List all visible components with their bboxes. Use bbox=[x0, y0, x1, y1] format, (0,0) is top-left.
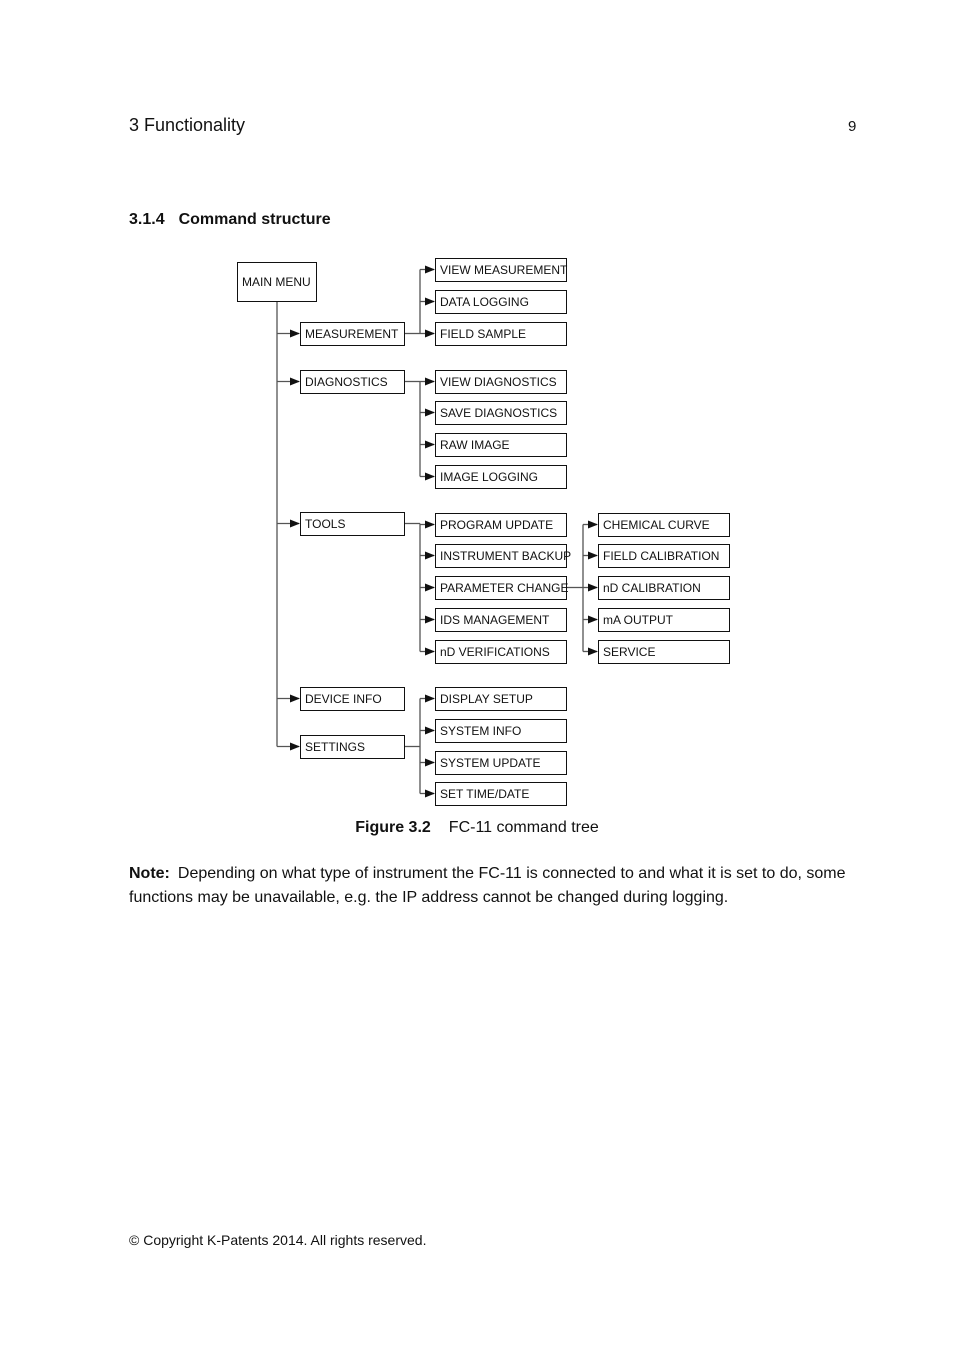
main-menu-box: MAIN MENU bbox=[237, 262, 317, 302]
submenu-box-parameter-change: PARAMETER CHANGE bbox=[435, 576, 568, 600]
submenu-box-ma-output: mA OUTPUT bbox=[598, 608, 730, 632]
submenu-box-service: SERVICE bbox=[598, 640, 730, 664]
submenu-box-view-diagnostics: VIEW DIAGNOSTICS bbox=[435, 370, 567, 394]
submenu-box-data-logging-label: DATA LOGGING bbox=[440, 295, 529, 309]
submenu-box-image-logging: IMAGE LOGGING bbox=[435, 465, 567, 489]
submenu-box-instrument-backup: INSTRUMENT BACKUP bbox=[435, 544, 571, 568]
submenu-box-field-sample: FIELD SAMPLE bbox=[435, 322, 567, 346]
submenu-box-system-info: SYSTEM INFO bbox=[435, 719, 567, 743]
menu-box-settings-label: SETTINGS bbox=[305, 740, 365, 754]
submenu-box-nd-calibration: nD CALIBRATION bbox=[598, 576, 730, 600]
menu-box-diagnostics-label: DIAGNOSTICS bbox=[305, 375, 388, 389]
menu-box-tools-label: TOOLS bbox=[305, 517, 345, 531]
note-text: Depending on what type of instrument the… bbox=[129, 865, 846, 906]
submenu-box-ids-management-label: IDS MANAGEMENT bbox=[440, 613, 550, 627]
note-label: Note: bbox=[129, 865, 170, 882]
submenu-box-chemical-curve-label: CHEMICAL CURVE bbox=[603, 518, 710, 532]
submenu-box-data-logging: DATA LOGGING bbox=[435, 290, 567, 314]
submenu-box-set-time-date: SET TIME/DATE bbox=[435, 782, 567, 806]
submenu-box-view-measurement-label: VIEW MEASUREMENT bbox=[440, 263, 568, 277]
figure-label: Figure 3.2 bbox=[355, 819, 431, 836]
submenu-box-ids-management: IDS MANAGEMENT bbox=[435, 608, 567, 632]
submenu-box-save-diagnostics: SAVE DIAGNOSTICS bbox=[435, 401, 567, 425]
submenu-box-nd-verifications-label: nD VERIFICATIONS bbox=[440, 645, 550, 659]
submenu-box-image-logging-label: IMAGE LOGGING bbox=[440, 470, 538, 484]
submenu-box-program-update-label: PROGRAM UPDATE bbox=[440, 518, 553, 532]
submenu-box-nd-calibration-label: nD CALIBRATION bbox=[603, 581, 701, 595]
submenu-box-system-info-label: SYSTEM INFO bbox=[440, 724, 521, 738]
submenu-box-chemical-curve: CHEMICAL CURVE bbox=[598, 513, 730, 537]
submenu-box-display-setup: DISPLAY SETUP bbox=[435, 687, 567, 711]
submenu-box-parameter-change-label: PARAMETER CHANGE bbox=[440, 581, 568, 595]
submenu-box-view-diagnostics-label: VIEW DIAGNOSTICS bbox=[440, 375, 557, 389]
submenu-box-instrument-backup-label: INSTRUMENT BACKUP bbox=[440, 549, 571, 563]
submenu-box-nd-verifications: nD VERIFICATIONS bbox=[435, 640, 567, 664]
menu-box-measurement: MEASUREMENT bbox=[300, 322, 405, 346]
submenu-box-system-update: SYSTEM UPDATE bbox=[435, 751, 567, 775]
main-menu-box-label: MAIN MENU bbox=[242, 275, 311, 289]
figure-title: FC-11 command tree bbox=[448, 819, 599, 836]
submenu-box-raw-image: RAW IMAGE bbox=[435, 433, 567, 457]
submenu-box-program-update: PROGRAM UPDATE bbox=[435, 513, 567, 537]
submenu-box-ma-output-label: mA OUTPUT bbox=[603, 613, 674, 627]
menu-box-device-info: DEVICE INFO bbox=[300, 687, 405, 711]
submenu-box-service-label: SERVICE bbox=[603, 645, 655, 659]
submenu-box-raw-image-label: RAW IMAGE bbox=[440, 438, 510, 452]
note-paragraph: Note: Depending on what type of instrumen… bbox=[129, 862, 849, 910]
menu-box-measurement-label: MEASUREMENT bbox=[305, 327, 399, 341]
menu-box-diagnostics: DIAGNOSTICS bbox=[300, 370, 405, 394]
submenu-box-set-time-date-label: SET TIME/DATE bbox=[440, 787, 529, 801]
submenu-box-display-setup-label: DISPLAY SETUP bbox=[440, 692, 533, 706]
submenu-box-view-measurement: VIEW MEASUREMENT bbox=[435, 258, 568, 282]
submenu-box-save-diagnostics-label: SAVE DIAGNOSTICS bbox=[440, 406, 557, 420]
command-tree-diagram: MAIN MENU MEASUREMENT VIEW MEASUREMENT DATA… bbox=[237, 258, 730, 806]
submenu-box-system-update-label: SYSTEM UPDATE bbox=[440, 756, 540, 770]
submenu-box-field-calibration: FIELD CALIBRATION bbox=[598, 544, 730, 568]
copyright-footer: © Copyright K-Patents 2014. All rights r… bbox=[129, 1232, 427, 1248]
submenu-box-field-calibration-label: FIELD CALIBRATION bbox=[603, 549, 719, 563]
menu-box-tools: TOOLS bbox=[300, 512, 405, 536]
submenu-box-field-sample-label: FIELD SAMPLE bbox=[440, 327, 526, 341]
figure-caption: Figure 3.2 FC-11 command tree bbox=[0, 819, 954, 837]
menu-box-device-info-label: DEVICE INFO bbox=[305, 692, 382, 706]
menu-box-settings: SETTINGS bbox=[300, 735, 405, 759]
